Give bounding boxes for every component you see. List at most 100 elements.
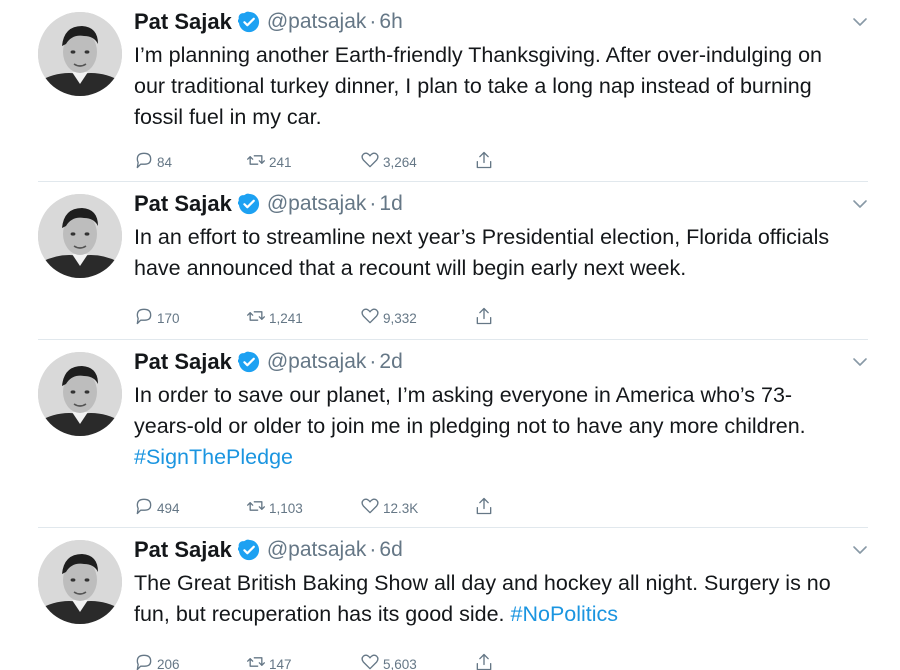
retweet-count: 1,103 <box>269 501 303 516</box>
avatar[interactable] <box>38 194 122 278</box>
tweet-text: The Great British Baking Show all day an… <box>134 568 874 630</box>
hashtag-link[interactable]: #NoPolitics <box>511 602 619 626</box>
author-name[interactable]: Pat Sajak <box>134 191 232 217</box>
tweet-text-line: fun, but recuperation has its good side.… <box>134 599 874 630</box>
reply-button[interactable]: 206 <box>134 648 180 670</box>
chevron-down-icon[interactable] <box>852 542 868 558</box>
retweet-button[interactable]: 147 <box>246 648 292 670</box>
author-handle[interactable]: @patsajak <box>267 538 367 562</box>
tweet[interactable]: Pat Sajak @patsajak · 6d The Great Briti… <box>0 528 900 670</box>
avatar[interactable] <box>38 12 122 96</box>
tweet-header: Pat Sajak @patsajak · 2d <box>134 348 403 376</box>
heart-icon <box>361 654 379 670</box>
tweet[interactable]: Pat Sajak @patsajak · 1d In an effort to… <box>0 182 900 340</box>
tweet-text: In an effort to streamline next year’s P… <box>134 222 874 284</box>
tweet-actions: 206 147 5,603 <box>134 648 514 670</box>
tweet-text-segment: In order to save our planet, I’m asking … <box>134 383 793 407</box>
avatar-photo <box>38 540 122 624</box>
tweet-text-line: In an effort to streamline next year’s P… <box>134 222 874 253</box>
reply-icon <box>136 152 152 169</box>
verified-badge-icon <box>237 539 260 561</box>
retweet-count: 1,241 <box>269 311 303 326</box>
share-icon <box>476 151 492 169</box>
heart-icon <box>361 498 379 514</box>
author-handle[interactable]: @patsajak <box>267 192 367 216</box>
reply-icon <box>136 308 152 325</box>
tweet-text-line: I’m planning another Earth-friendly Than… <box>134 40 874 71</box>
reply-button[interactable]: 170 <box>134 302 180 326</box>
tweet-timestamp[interactable]: 6h <box>379 10 402 34</box>
tweet-text: I’m planning another Earth-friendly Than… <box>134 40 874 133</box>
separator-dot: · <box>369 538 377 561</box>
tweet-text-segment: The Great British Baking Show all day an… <box>134 571 831 595</box>
like-count: 9,332 <box>383 311 417 326</box>
reply-count: 170 <box>157 311 180 326</box>
tweet-header: Pat Sajak @patsajak · 1d <box>134 190 403 218</box>
heart-icon <box>361 152 379 168</box>
avatar-photo <box>38 352 122 436</box>
tweet-timestamp[interactable]: 2d <box>379 350 402 374</box>
tweet-text-line: fossil fuel in my car. <box>134 102 874 133</box>
tweet-text-segment: fun, but recuperation has its good side. <box>134 602 511 626</box>
share-icon <box>476 653 492 670</box>
tweet-text-segment: I’m planning another Earth-friendly Than… <box>134 43 822 67</box>
retweet-icon <box>247 311 265 321</box>
retweet-button[interactable]: 241 <box>246 146 292 170</box>
author-name[interactable]: Pat Sajak <box>134 349 232 375</box>
tweet-text-line: have announced that a recount will begin… <box>134 253 874 284</box>
chevron-down-icon[interactable] <box>852 14 868 30</box>
retweet-icon <box>247 657 265 667</box>
author-name[interactable]: Pat Sajak <box>134 9 232 35</box>
share-button[interactable] <box>474 492 494 516</box>
tweet[interactable]: Pat Sajak @patsajak · 2d In order to sav… <box>0 340 900 528</box>
tweet-text-segment: our traditional turkey dinner, I plan to… <box>134 74 812 98</box>
reply-button[interactable]: 84 <box>134 146 172 170</box>
like-count: 3,264 <box>383 155 417 170</box>
hashtag-link[interactable]: #SignThePledge <box>134 445 293 469</box>
like-count: 5,603 <box>383 657 417 670</box>
reply-button[interactable]: 494 <box>134 492 180 516</box>
share-icon <box>476 497 492 515</box>
like-button[interactable]: 5,603 <box>360 648 417 670</box>
retweet-button[interactable]: 1,241 <box>246 302 303 326</box>
share-button[interactable] <box>474 302 494 326</box>
tweet-text-line: #SignThePledge <box>134 442 874 473</box>
separator-dot: · <box>369 10 377 33</box>
avatar[interactable] <box>38 352 122 436</box>
retweet-button[interactable]: 1,103 <box>246 492 303 516</box>
tweet-text: In order to save our planet, I’m asking … <box>134 380 874 473</box>
reply-icon <box>136 654 152 670</box>
tweet[interactable]: Pat Sajak @patsajak · 6h I’m planning an… <box>0 0 900 182</box>
author-handle[interactable]: @patsajak <box>267 10 367 34</box>
share-button[interactable] <box>474 146 494 170</box>
tweet-timestamp[interactable]: 6d <box>379 538 402 562</box>
share-button[interactable] <box>474 648 494 670</box>
retweet-icon <box>247 501 265 511</box>
like-button[interactable]: 9,332 <box>360 302 417 326</box>
tweet-actions: 84 241 3,264 <box>134 146 514 170</box>
reply-icon <box>136 498 152 515</box>
share-icon <box>476 307 492 325</box>
tweet-header: Pat Sajak @patsajak · 6d <box>134 536 403 564</box>
reply-count: 206 <box>157 657 180 670</box>
reply-count: 84 <box>157 155 173 170</box>
tweet-text-segment: In an effort to streamline next year’s P… <box>134 225 830 249</box>
separator-dot: · <box>369 192 377 215</box>
author-handle[interactable]: @patsajak <box>267 350 367 374</box>
tweet-actions: 494 1,103 12.3K <box>134 492 514 516</box>
tweet-timestamp[interactable]: 1d <box>379 192 402 216</box>
tweet-text-line: In order to save our planet, I’m asking … <box>134 380 874 411</box>
chevron-down-icon[interactable] <box>852 196 868 212</box>
tweet-text-segment: have announced that a recount will begin… <box>134 256 687 280</box>
tweet-actions: 170 1,241 9,332 <box>134 302 514 326</box>
avatar[interactable] <box>38 540 122 624</box>
tweet-header: Pat Sajak @patsajak · 6h <box>134 8 403 36</box>
like-button[interactable]: 12.3K <box>360 492 418 516</box>
like-button[interactable]: 3,264 <box>360 146 417 170</box>
verified-badge-icon <box>237 11 260 33</box>
chevron-down-icon[interactable] <box>852 354 868 370</box>
tweet-text-line: our traditional turkey dinner, I plan to… <box>134 71 874 102</box>
avatar-photo <box>38 12 122 96</box>
tweet-text-segment: fossil fuel in my car. <box>134 105 322 129</box>
author-name[interactable]: Pat Sajak <box>134 537 232 563</box>
